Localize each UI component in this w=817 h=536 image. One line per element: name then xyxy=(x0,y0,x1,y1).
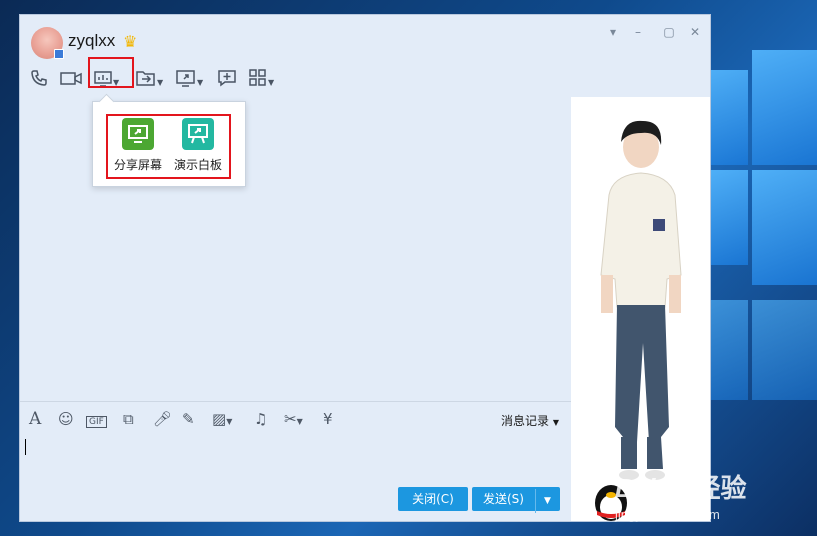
close-icon[interactable]: ✕ xyxy=(686,23,704,41)
vip-crown-icon[interactable]: ♛ xyxy=(123,32,137,51)
font-icon[interactable]: A xyxy=(29,410,41,428)
image-icon[interactable]: ▨▼ xyxy=(212,410,232,428)
file-transfer-icon[interactable]: ▼ xyxy=(136,69,163,89)
remote-assist-highlight xyxy=(88,57,134,88)
watermark-brand: Baidu xyxy=(615,473,688,503)
chat-window: zyqlxx ♛ ▾ – ▢ ✕ ▼ ▼ ▼ ▼ 分享屏幕 演示白板 A ☺ G… xyxy=(19,14,711,522)
screenshot-icon[interactable]: ✂▼ xyxy=(284,410,303,428)
vibrate-icon[interactable]: ⧉ xyxy=(123,410,134,428)
dropdown-icon[interactable]: ▾ xyxy=(604,23,622,41)
status-dot xyxy=(54,49,64,59)
draw-icon[interactable]: ✎ xyxy=(182,410,195,428)
avatar-figure xyxy=(600,120,682,480)
red-packet-icon[interactable]: ¥ xyxy=(323,410,333,428)
minimize-icon[interactable]: – xyxy=(629,23,647,41)
add-app-icon[interactable] xyxy=(218,69,236,89)
baidu-watermark: Baidu 经验 jingyan.baidu.com xyxy=(615,468,746,522)
close-button[interactable]: 关闭(C) xyxy=(398,487,468,511)
message-history-link[interactable]: 消息记录 ▼ xyxy=(501,412,559,429)
screen-share-icon[interactable]: ▼ xyxy=(176,69,203,89)
gif-icon[interactable]: GIF xyxy=(86,410,107,428)
send-options-icon[interactable]: ▼ xyxy=(534,489,560,513)
input-toolbar: A ☺ GIF ⧉ 🎤︎ ✎ ▨▼ ♫ ✂▼ ¥ 消息记录 ▼ xyxy=(20,401,571,436)
voice-icon[interactable]: 🎤︎ xyxy=(153,410,172,428)
windows-logo xyxy=(708,50,817,500)
contact-nickname[interactable]: zyqlxx xyxy=(68,31,115,51)
text-cursor xyxy=(25,439,26,455)
send-button[interactable]: 发送(S) ▼ xyxy=(472,487,560,513)
avatar[interactable] xyxy=(31,27,64,59)
music-icon[interactable]: ♫ xyxy=(254,410,267,428)
video-icon[interactable] xyxy=(60,69,82,89)
emoji-icon[interactable]: ☺ xyxy=(58,410,74,428)
watermark-suffix: 经验 xyxy=(694,473,747,503)
more-apps-icon[interactable]: ▼ xyxy=(249,69,274,89)
watermark-url: jingyan.baidu.com xyxy=(615,507,720,522)
phone-icon[interactable] xyxy=(30,69,48,89)
show-panel xyxy=(571,97,710,521)
maximize-icon[interactable]: ▢ xyxy=(660,23,678,41)
send-label: 发送(S) xyxy=(483,492,524,506)
message-input[interactable]: 关闭(C) 发送(S) ▼ xyxy=(20,435,571,521)
popup-highlight xyxy=(106,114,231,179)
